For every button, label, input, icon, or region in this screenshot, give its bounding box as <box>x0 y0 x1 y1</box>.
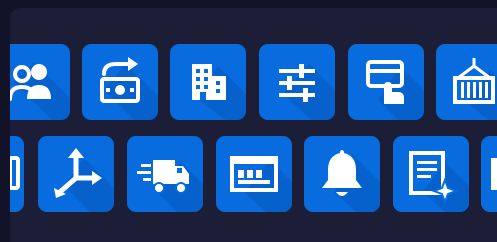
partial-tile-icon <box>491 158 497 190</box>
office-building-icon <box>192 64 226 100</box>
partial-tile-left[interactable] <box>10 136 24 212</box>
partial-tile-right[interactable] <box>481 136 497 212</box>
card-payment-tile[interactable] <box>348 44 424 120</box>
notification-bell-icon <box>322 150 362 196</box>
shipping-container-icon <box>453 58 495 104</box>
shipping-container-tile[interactable] <box>436 44 497 120</box>
three-way-arrows-icon <box>54 148 102 198</box>
partial-tile-icon <box>10 156 20 190</box>
users-group-icon <box>10 64 51 101</box>
users-group-tile[interactable] <box>10 44 70 120</box>
fast-delivery-truck-icon <box>137 160 189 194</box>
fast-delivery-truck-tile[interactable] <box>127 136 203 212</box>
sliders-settings-icon <box>279 64 315 102</box>
browser-dashboard-icon <box>230 156 278 192</box>
card-payment-tap-icon <box>366 60 404 104</box>
sliders-settings-tile[interactable] <box>259 44 335 120</box>
icon-grid-panel <box>10 8 497 242</box>
browser-dashboard-tile[interactable] <box>216 136 292 212</box>
three-way-arrows-tile[interactable] <box>38 136 114 212</box>
document-sparkle-icon <box>409 151 459 205</box>
document-sparkle-tile[interactable] <box>393 136 469 212</box>
office-building-tile[interactable] <box>170 44 246 120</box>
notification-bell-tile[interactable] <box>304 136 380 212</box>
money-exchange-icon <box>100 57 140 103</box>
money-exchange-tile[interactable] <box>82 44 158 120</box>
